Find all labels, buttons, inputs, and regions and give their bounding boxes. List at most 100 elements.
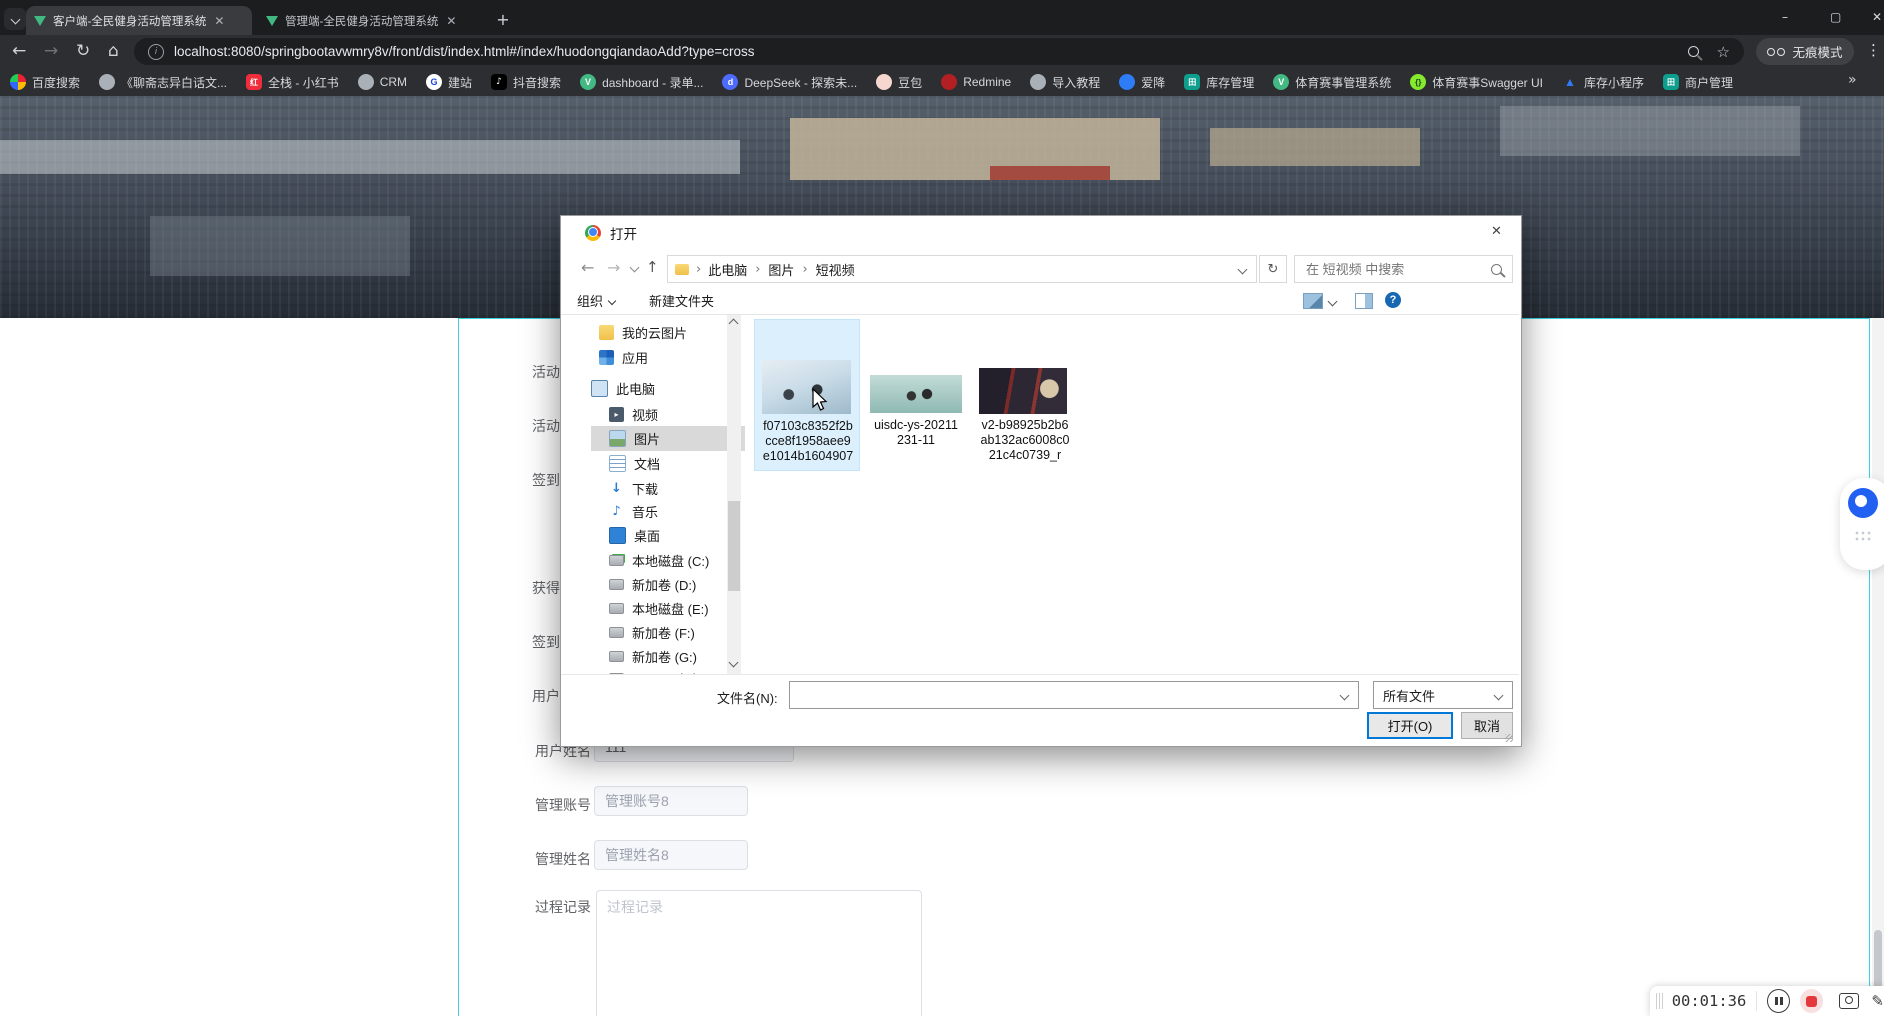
filename-chevron-icon[interactable] xyxy=(1340,690,1350,700)
dialog-title-bar[interactable]: 打开 ✕ xyxy=(561,216,1519,249)
help-icon[interactable]: ? xyxy=(1385,292,1401,308)
bookmark-item[interactable]: 导入教程 xyxy=(1030,74,1100,91)
file-tile-selected[interactable]: f07103c8352f2b cce8f1958aee9 e1014b16049… xyxy=(754,319,860,471)
window-maximize-button[interactable]: ▢ xyxy=(1830,10,1841,24)
tab-search-button[interactable] xyxy=(4,8,26,30)
bookmark-item[interactable]: {}体育赛事Swagger UI xyxy=(1410,74,1543,91)
sidebar-item-drive-c[interactable]: 本地磁盘 (C:) xyxy=(591,548,745,573)
sidebar-item-apps[interactable]: 应用 xyxy=(591,345,745,370)
tab-admin[interactable]: 管理端-全民健身活动管理系统 ✕ xyxy=(258,6,480,35)
nav-forward-icon[interactable]: → xyxy=(607,258,620,277)
nav-up-icon[interactable]: ↑ xyxy=(646,258,659,276)
sidebar-item-drive-e[interactable]: 本地磁盘 (E:) xyxy=(591,596,745,621)
tab-close-icon[interactable]: ✕ xyxy=(446,14,456,28)
organize-button[interactable]: 组织 xyxy=(577,291,615,310)
filename-input[interactable] xyxy=(798,687,1341,704)
filetype-combo[interactable]: 所有文件 xyxy=(1373,681,1513,709)
new-folder-button[interactable]: 新建文件夹 xyxy=(649,291,714,310)
sidebar-item-pictures[interactable]: 图片 xyxy=(591,426,745,451)
bookmark-item[interactable]: ▲库存小程序 xyxy=(1562,74,1644,91)
tab-client[interactable]: 客户端-全民健身活动管理系统 ✕ xyxy=(26,6,252,35)
dialog-close-icon[interactable]: ✕ xyxy=(1491,224,1502,239)
bookmark-item[interactable]: CRM xyxy=(358,74,407,90)
assistant-icon[interactable] xyxy=(1848,488,1878,518)
bookmark-item[interactable]: 《聊斋志异白话文... xyxy=(99,74,227,91)
omnibox[interactable]: i localhost:8080/springbootavwmry8v/fron… xyxy=(134,38,1744,65)
resize-grip[interactable] xyxy=(1505,734,1513,742)
file-tile[interactable]: uisdc-ys-20211 231-11 xyxy=(863,319,969,471)
preview-pane-icon[interactable] xyxy=(1355,293,1373,309)
process-record-textarea[interactable] xyxy=(596,890,922,1016)
site-info-icon[interactable]: i xyxy=(148,44,164,60)
bookmark-item[interactable]: dDeepSeek - 探索未... xyxy=(722,74,857,91)
sidebar-item-documents[interactable]: 文档 xyxy=(591,451,745,476)
nav-back-icon[interactable]: ← xyxy=(581,258,594,277)
dialog-search-input[interactable] xyxy=(1304,261,1491,278)
bookmark-item[interactable]: 百度搜索 xyxy=(10,74,80,91)
sidebar-scrollbar-track[interactable] xyxy=(727,315,741,674)
zoom-icon[interactable] xyxy=(1688,46,1699,57)
new-tab-button[interactable]: + xyxy=(492,8,514,30)
url-text[interactable]: localhost:8080/springbootavwmry8v/front/… xyxy=(174,44,1688,59)
annotate-pencil-button[interactable]: ✎ xyxy=(1871,992,1884,1010)
breadcrumb-shortvideo[interactable]: 短视频 xyxy=(816,260,855,279)
bookmark-item[interactable]: 豆包 xyxy=(876,74,922,91)
dialog-search-box[interactable] xyxy=(1294,255,1513,283)
sidebar-item-drive-l[interactable]: KESU.. (L:) xyxy=(591,666,745,674)
refresh-button[interactable]: ↻ xyxy=(1259,255,1287,283)
nav-history-chevron-icon[interactable] xyxy=(630,263,640,273)
bookmark-item[interactable]: ♪抖音搜索 xyxy=(491,74,561,91)
sidebar-item-drive-d[interactable]: 新加卷 (D:) xyxy=(591,572,745,597)
sidebar-item-this-pc[interactable]: 此电脑 xyxy=(583,376,737,401)
file-open-dialog: 打开 ✕ ← → ↑ › 此电脑 › 图片 › 短视频 ↻ 组织 xyxy=(560,215,1522,747)
bookmark-item[interactable]: 田库存管理 xyxy=(1184,74,1254,91)
bookmarks-overflow-icon[interactable]: » xyxy=(1848,72,1857,88)
drag-handle-dots[interactable] xyxy=(1854,530,1872,542)
organize-label: 组织 xyxy=(577,291,603,310)
view-mode-icon[interactable] xyxy=(1303,293,1323,309)
screenshot-camera-button[interactable] xyxy=(1839,993,1859,1009)
assistant-float-pill[interactable] xyxy=(1840,478,1884,570)
sidebar-item-cloud-pictures[interactable]: 我的云图片 xyxy=(591,320,745,345)
bookmark-item[interactable]: 爱降 xyxy=(1119,74,1165,91)
scroll-down-icon[interactable] xyxy=(729,658,739,668)
breadcrumb-pictures[interactable]: 图片 xyxy=(768,260,794,279)
tab-close-icon[interactable]: ✕ xyxy=(214,14,224,28)
home-button[interactable]: ⌂ xyxy=(108,41,119,61)
back-button[interactable]: ← xyxy=(12,41,26,61)
bookmark-label: 库存小程序 xyxy=(1584,74,1644,91)
file-tile[interactable]: v2-b98925b2b6 ab132ac6008c0 21c4c0739_r xyxy=(972,319,1078,471)
sidebar-item-music[interactable]: ♪音乐 xyxy=(591,499,745,524)
pause-button[interactable] xyxy=(1767,989,1790,1013)
window-close-button[interactable]: ✕ xyxy=(1872,10,1882,24)
admin-account-input[interactable] xyxy=(594,786,748,816)
page-scrollbar-track[interactable] xyxy=(1872,318,1884,1016)
stop-button[interactable] xyxy=(1800,989,1823,1013)
address-bar[interactable]: › 此电脑 › 图片 › 短视频 xyxy=(667,255,1257,283)
view-mode-chevron-icon[interactable] xyxy=(1328,297,1338,307)
vue-favicon xyxy=(34,16,46,26)
address-dropdown-chevron-icon[interactable] xyxy=(1238,264,1248,274)
bookmark-item[interactable]: Redmine xyxy=(941,74,1011,90)
bookmark-item[interactable]: V体育赛事管理系统 xyxy=(1273,74,1391,91)
reload-button[interactable]: ↻ xyxy=(76,41,90,61)
bookmark-item[interactable]: G建站 xyxy=(426,74,472,91)
sidebar-item-downloads[interactable]: ↓下载 xyxy=(591,476,745,501)
open-button[interactable]: 打开(O) xyxy=(1367,712,1453,739)
menu-icon[interactable]: ⋮ xyxy=(1866,41,1881,59)
sidebar-item-videos[interactable]: ▸视频 xyxy=(591,402,745,427)
sidebar-scrollbar-thumb[interactable] xyxy=(728,501,740,591)
bookmark-star-icon[interactable]: ☆ xyxy=(1717,43,1730,61)
sidebar-item-drive-f[interactable]: 新加卷 (F:) xyxy=(591,620,745,645)
breadcrumb-this-pc[interactable]: 此电脑 xyxy=(708,260,747,279)
filename-combo[interactable] xyxy=(789,681,1359,709)
admin-name-input[interactable] xyxy=(594,840,748,870)
bookmark-item[interactable]: 红全栈 - 小红书 xyxy=(246,74,339,91)
window-minimize-button[interactable]: – xyxy=(1782,10,1788,24)
forward-button[interactable]: → xyxy=(44,41,58,61)
scroll-up-icon[interactable] xyxy=(729,319,739,329)
sidebar-item-desktop[interactable]: 桌面 xyxy=(591,523,745,548)
bookmark-item[interactable]: Vdashboard - 录单... xyxy=(580,74,703,91)
recorder-drag-handle[interactable] xyxy=(1656,993,1663,1009)
bookmark-item[interactable]: 田商户管理 xyxy=(1663,74,1733,91)
